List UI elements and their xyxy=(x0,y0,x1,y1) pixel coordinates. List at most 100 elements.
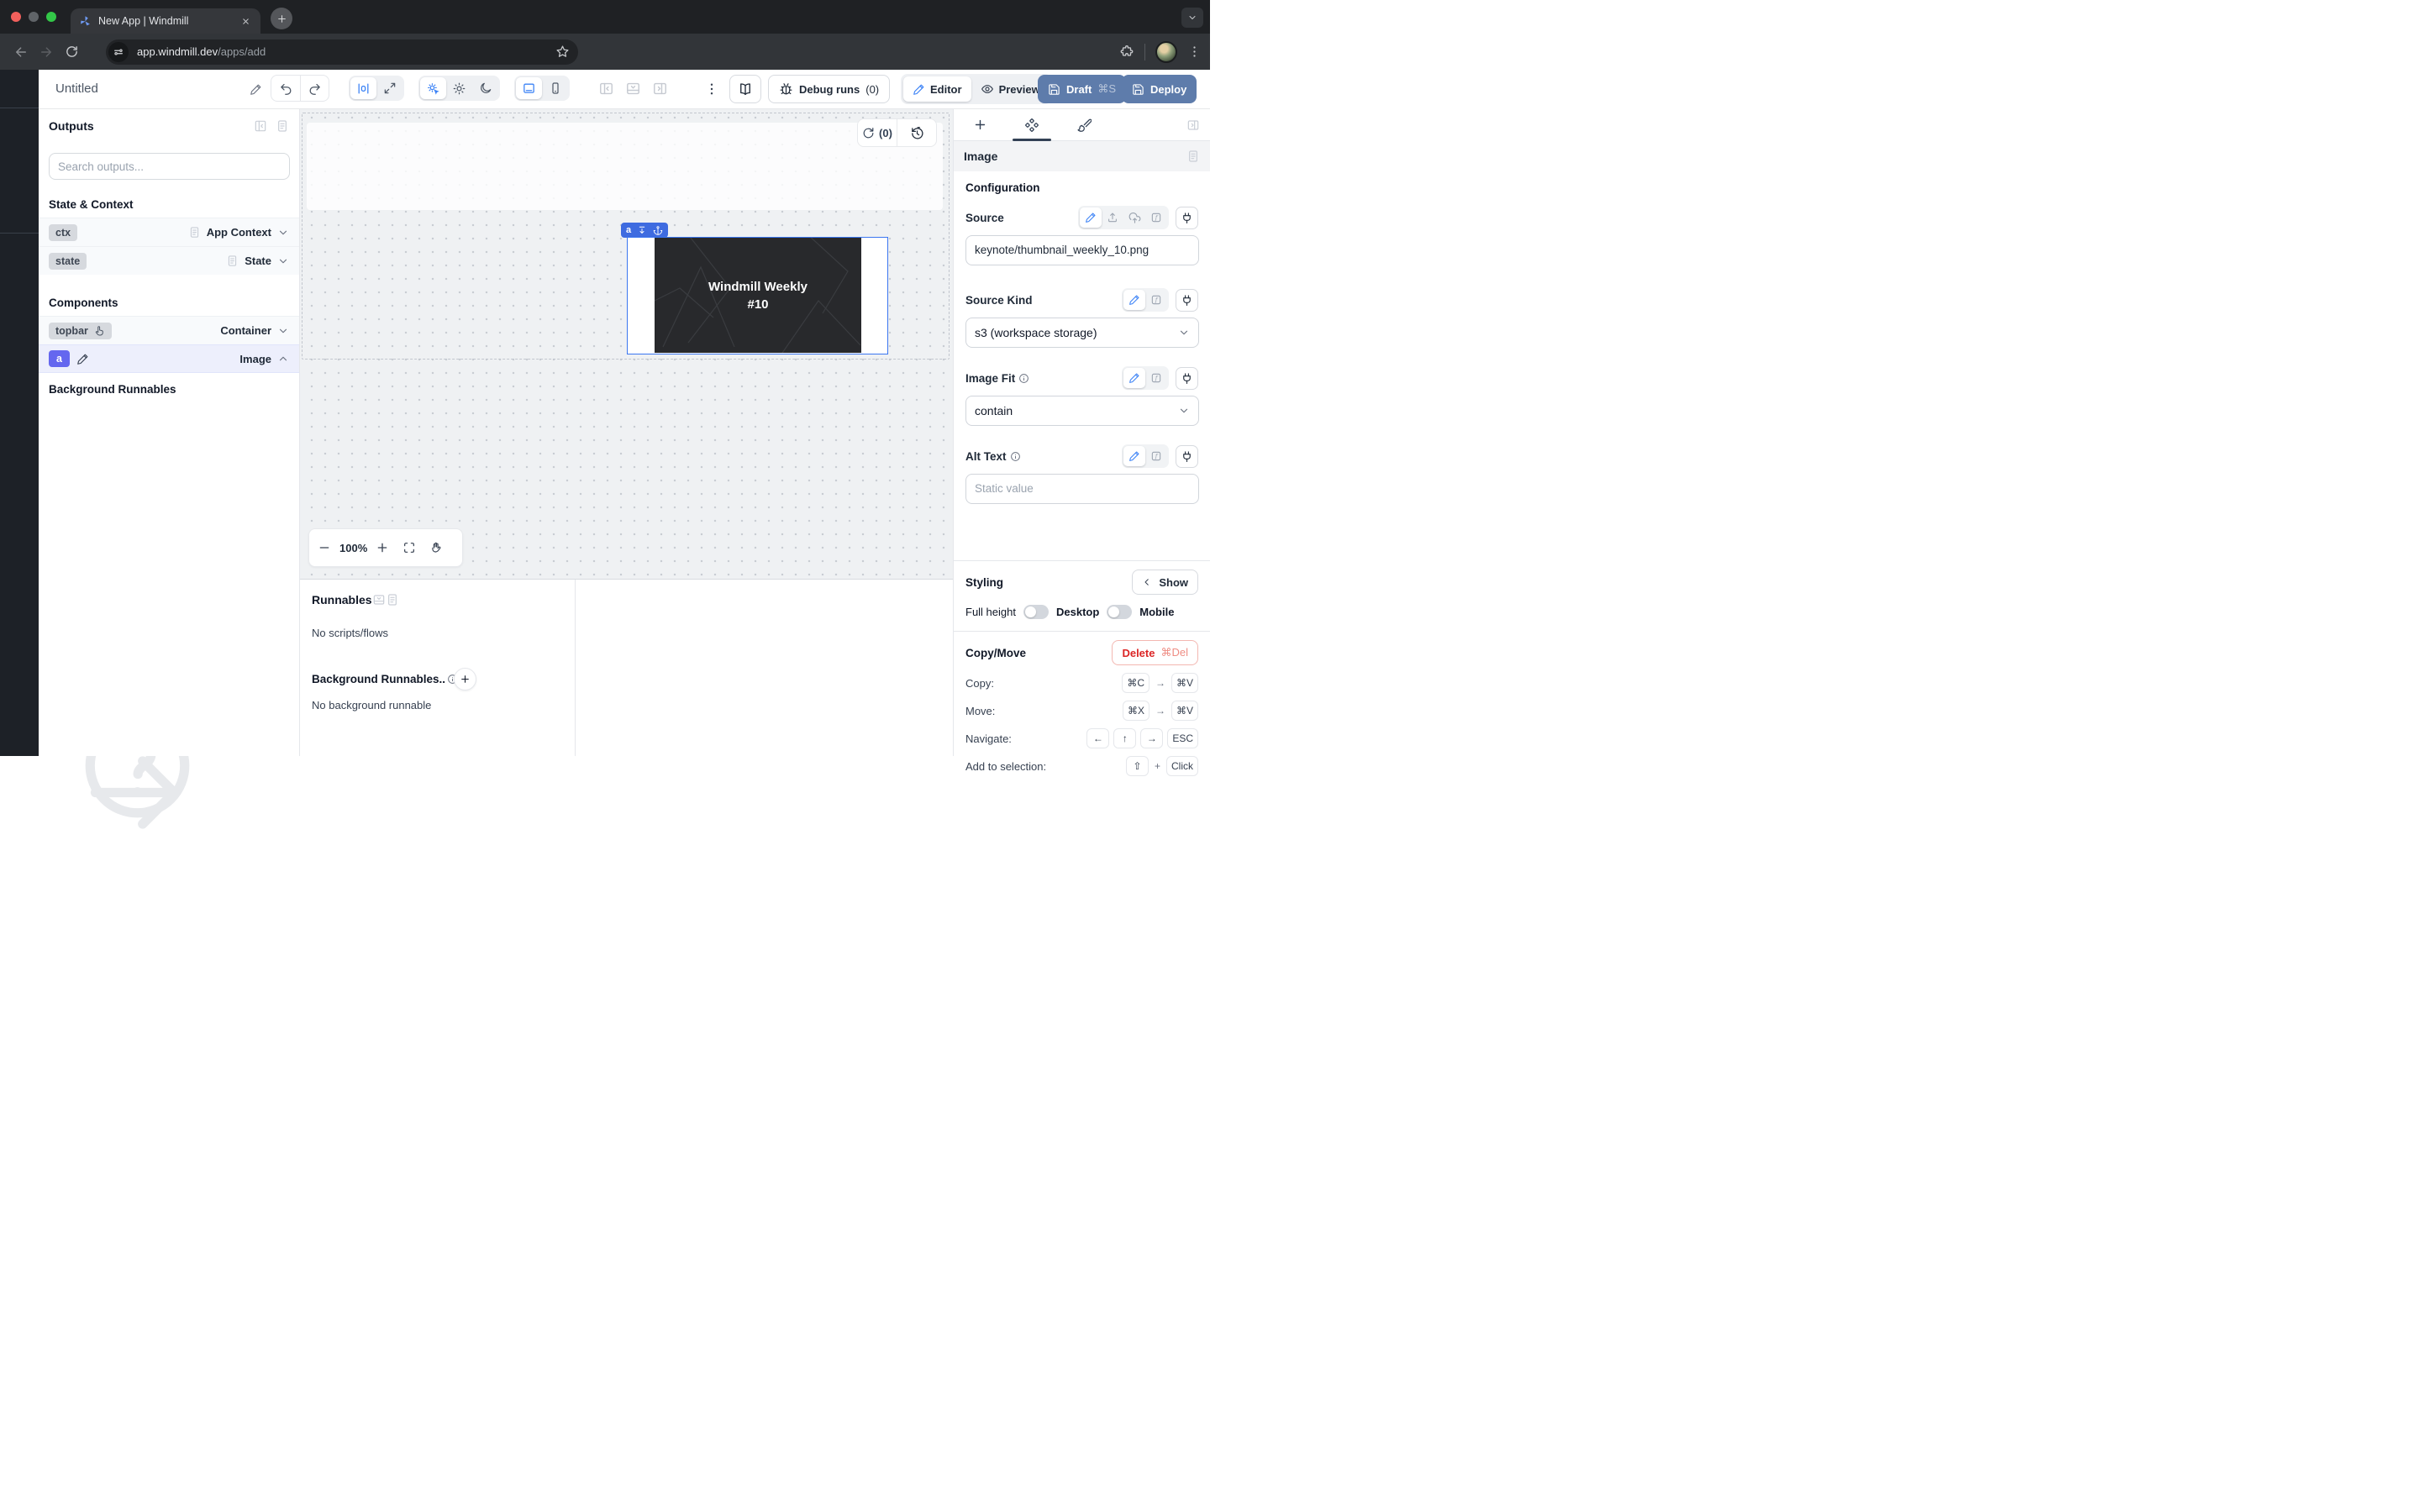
source-input[interactable]: keynote/thumbnail_weekly_10.png xyxy=(965,235,1199,265)
sidebar-item-runs-play-icon[interactable] xyxy=(12,280,28,296)
refresh-button[interactable]: (0) xyxy=(858,119,897,146)
chevron-down-icon[interactable] xyxy=(277,227,289,239)
address-bar[interactable]: app.windmill.dev/apps/add xyxy=(106,39,578,65)
expand-down-icon[interactable] xyxy=(637,225,647,235)
function-icon[interactable] xyxy=(1145,207,1167,228)
chevron-up-icon[interactable] xyxy=(277,353,289,365)
panel-right-toggle-icon[interactable] xyxy=(652,81,668,97)
bookmark-star-icon[interactable] xyxy=(555,45,570,59)
fit-view-icon[interactable] xyxy=(402,541,416,554)
desktop-view-button[interactable] xyxy=(516,77,542,99)
sidebar-item-home-icon[interactable] xyxy=(12,249,28,265)
sidebar-item-folders-icon[interactable] xyxy=(12,612,28,627)
sidebar-item-resources-blocks-icon[interactable] xyxy=(12,340,28,356)
deploy-button[interactable]: Deploy xyxy=(1122,75,1197,103)
align-center-button[interactable] xyxy=(350,77,376,99)
function-icon[interactable] xyxy=(1145,368,1167,388)
browser-tab[interactable]: New App | Windmill xyxy=(71,8,260,34)
connect-plug-icon[interactable] xyxy=(1176,367,1198,390)
debug-runs-button[interactable]: Debug runs (0) xyxy=(768,75,890,103)
edit-pencil-icon[interactable] xyxy=(76,353,89,365)
output-row-state[interactable]: state State xyxy=(39,246,299,275)
connect-plug-icon[interactable] xyxy=(1176,445,1198,468)
output-row-ctx[interactable]: ctx App Context xyxy=(39,218,299,246)
sidebar-item-flows-route-icon[interactable] xyxy=(12,421,28,437)
close-window-button[interactable] xyxy=(11,12,21,22)
theme-dark-button[interactable] xyxy=(472,77,498,99)
rename-pencil-icon[interactable] xyxy=(250,83,262,96)
sidebar-item-add-plus-icon[interactable] xyxy=(12,451,28,467)
connect-plug-icon[interactable] xyxy=(1176,289,1198,312)
theme-light-button[interactable] xyxy=(446,77,472,99)
sidebar-expand-arrow-icon[interactable] xyxy=(12,730,28,746)
component-row-topbar[interactable]: topbar Container xyxy=(39,316,299,344)
zoom-window-button[interactable] xyxy=(46,12,56,22)
sidebar-item-workers-robot-icon[interactable] xyxy=(12,581,28,597)
app-canvas[interactable]: (0) a Windmill Weekly #10 xyxy=(300,109,953,579)
doc-icon[interactable] xyxy=(1186,150,1200,163)
source-kind-select[interactable]: s3 (workspace storage) xyxy=(965,318,1199,348)
mobile-view-button[interactable] xyxy=(542,77,568,99)
image-fit-select[interactable]: contain xyxy=(965,396,1199,426)
app-title[interactable]: Untitled xyxy=(55,70,98,108)
docs-button[interactable] xyxy=(729,75,761,103)
component-row-a-selected[interactable]: a Image xyxy=(39,344,299,373)
zoom-out-icon[interactable] xyxy=(318,541,331,554)
add-background-runnable-button[interactable] xyxy=(454,668,476,690)
tab-insert[interactable] xyxy=(954,109,1006,140)
tab-editor[interactable]: Editor xyxy=(903,76,971,102)
more-options-kebab-icon[interactable] xyxy=(704,81,719,97)
sidebar-item-schedules-calendar-icon[interactable] xyxy=(12,391,28,407)
redo-button[interactable] xyxy=(300,76,329,101)
sidebar-item-settings-gear-icon[interactable] xyxy=(12,551,28,567)
history-button[interactable] xyxy=(897,119,936,146)
static-pencil-icon[interactable] xyxy=(1123,368,1145,388)
site-settings-icon[interactable] xyxy=(108,42,129,62)
desktop-toggle[interactable] xyxy=(1107,605,1132,619)
function-icon[interactable] xyxy=(1145,446,1167,466)
browser-menu-kebab-icon[interactable] xyxy=(1187,45,1202,59)
cloud-upload-icon[interactable] xyxy=(1123,207,1145,228)
tab-components[interactable] xyxy=(1006,109,1058,140)
alt-text-input[interactable] xyxy=(965,474,1199,504)
doc-icon[interactable] xyxy=(386,593,399,606)
forward-icon[interactable] xyxy=(34,39,59,65)
minimize-window-button[interactable] xyxy=(29,12,39,22)
static-pencil-icon[interactable] xyxy=(1080,207,1102,228)
anchor-icon[interactable] xyxy=(653,225,663,235)
zoom-in-icon[interactable] xyxy=(376,541,389,554)
tab-search-button[interactable] xyxy=(1181,8,1203,28)
sidebar-item-favorites-star-icon[interactable] xyxy=(12,165,28,181)
static-pencil-icon[interactable] xyxy=(1123,446,1145,466)
static-pencil-icon[interactable] xyxy=(1123,290,1145,310)
panel-bottom-toggle-icon[interactable] xyxy=(625,81,641,97)
collapse-panel-icon[interactable] xyxy=(254,119,267,133)
topbar-container-component[interactable] xyxy=(307,123,943,210)
chevron-down-icon[interactable] xyxy=(277,325,289,337)
reload-icon[interactable] xyxy=(59,39,84,65)
panel-left-toggle-icon[interactable] xyxy=(598,81,614,97)
collapse-bottom-icon[interactable] xyxy=(372,593,386,606)
selected-component-chip[interactable]: a xyxy=(621,223,668,238)
sidebar-item-usage-dollar-icon[interactable] xyxy=(12,310,28,326)
chevron-down-icon[interactable] xyxy=(277,255,289,267)
delete-button[interactable]: Delete ⌘Del xyxy=(1112,640,1198,665)
draft-button[interactable]: Draft ⌘S xyxy=(1038,75,1126,103)
tab-styling-brush[interactable] xyxy=(1058,109,1110,140)
function-icon[interactable] xyxy=(1145,290,1167,310)
connect-plug-icon[interactable] xyxy=(1176,207,1198,229)
back-icon[interactable] xyxy=(8,39,34,65)
full-height-toggle[interactable] xyxy=(1023,605,1049,619)
pan-hand-icon[interactable] xyxy=(429,541,443,554)
sidebar-item-logs-list-icon[interactable] xyxy=(12,642,28,658)
sidebar-item-user-icon[interactable] xyxy=(12,521,28,537)
doc-icon[interactable] xyxy=(276,119,289,133)
expand-width-button[interactable] xyxy=(376,77,402,99)
sidebar-item-apps[interactable] xyxy=(12,134,28,150)
sidebar-item-search-icon[interactable] xyxy=(12,195,28,211)
search-outputs-input[interactable] xyxy=(49,153,290,180)
windmill-logo-icon[interactable] xyxy=(9,80,29,100)
undo-button[interactable] xyxy=(271,76,300,101)
new-tab-button[interactable] xyxy=(271,8,292,29)
tab-close-icon[interactable] xyxy=(239,14,252,28)
